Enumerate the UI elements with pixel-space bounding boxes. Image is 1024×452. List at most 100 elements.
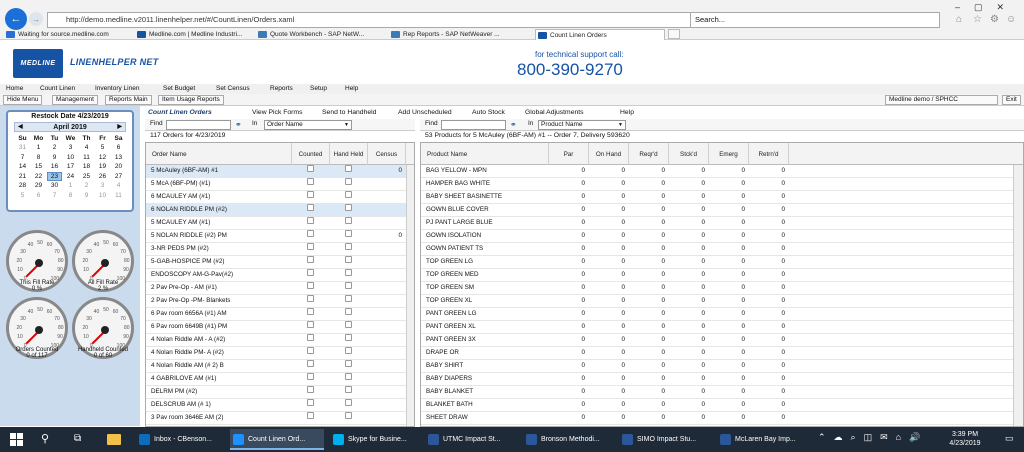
product-qty[interactable]: 0 — [629, 256, 665, 268]
table-row[interactable]: GOWN PATIENT TS 0 0 0 0 0 0 — [421, 243, 1023, 256]
product-qty[interactable]: 0 — [589, 191, 625, 203]
counted-checkbox[interactable] — [307, 269, 314, 276]
counted-checkbox[interactable] — [307, 243, 314, 250]
product-qty[interactable]: 0 — [549, 360, 585, 372]
favorite-link[interactable]: Rep Reports - SAP NetWeaver ... — [389, 29, 519, 40]
hide-menu-button[interactable]: Hide Menu — [3, 95, 43, 105]
calendar-day[interactable]: 3 — [96, 182, 109, 189]
calendar-day[interactable]: 24 — [64, 173, 77, 180]
calendar-day[interactable]: 26 — [96, 173, 109, 180]
table-row[interactable]: 2 Pav Pre-Op - AM (#1) — [146, 282, 414, 295]
calendar-day[interactable]: 17 — [64, 163, 77, 170]
product-qty[interactable]: 0 — [749, 308, 785, 320]
table-row[interactable]: 6 Pav room 6649B (#1) PM — [146, 321, 414, 334]
calendar-day[interactable]: 8 — [64, 192, 77, 199]
table-row[interactable]: PANT GREEN LG 0 0 0 0 0 0 — [421, 308, 1023, 321]
table-row[interactable]: 2 Pav Pre-Op -PM- Blankets — [146, 295, 414, 308]
product-qty[interactable]: 0 — [589, 243, 625, 255]
table-row[interactable]: TOP GREEN LG 0 0 0 0 0 0 — [421, 256, 1023, 269]
file-explorer-icon[interactable] — [107, 434, 121, 445]
calendar-day[interactable]: 19 — [96, 163, 109, 170]
counted-checkbox[interactable] — [307, 412, 314, 419]
menu-help[interactable]: Help — [345, 84, 358, 94]
counted-checkbox[interactable] — [307, 256, 314, 263]
global-adjustments-link[interactable]: Global Adjustments — [525, 108, 584, 118]
menu-inventory-linen[interactable]: Inventory Linen — [95, 84, 139, 94]
menu-setup[interactable]: Setup — [310, 84, 327, 94]
product-qty[interactable]: 0 — [749, 334, 785, 346]
calendar-day[interactable]: 25 — [80, 173, 93, 180]
product-qty[interactable]: 0 — [669, 360, 705, 372]
product-qty[interactable]: 0 — [709, 269, 745, 281]
favorite-link[interactable]: Medline.com | Medline Industri... — [135, 29, 255, 40]
product-qty[interactable]: 0 — [709, 334, 745, 346]
favorite-link[interactable]: Waiting for source.medline.com — [4, 29, 126, 40]
product-qty[interactable]: 0 — [669, 334, 705, 346]
favorites-icon[interactable]: ☆ — [973, 14, 982, 25]
table-row[interactable]: BABY BLANKET 0 0 0 0 0 0 — [421, 386, 1023, 399]
product-qty[interactable]: 0 — [709, 412, 745, 424]
product-qty[interactable]: 0 — [549, 321, 585, 333]
product-qty[interactable]: 0 — [669, 373, 705, 385]
product-qty[interactable]: 0 — [709, 165, 745, 177]
col-par[interactable]: Par — [549, 143, 589, 165]
product-qty[interactable]: 0 — [709, 360, 745, 372]
table-row[interactable]: 4 GABRILOVE AM (#1) — [146, 373, 414, 386]
calendar-day[interactable]: 10 — [96, 192, 109, 199]
product-qty[interactable]: 0 — [589, 386, 625, 398]
product-qty[interactable]: 0 — [709, 191, 745, 203]
product-qty[interactable]: 0 — [549, 347, 585, 359]
product-qty[interactable]: 0 — [589, 217, 625, 229]
handheld-checkbox[interactable] — [345, 321, 352, 328]
col-emerg[interactable]: Emerg — [709, 143, 749, 165]
product-qty[interactable]: 0 — [589, 321, 625, 333]
table-row[interactable]: BABY SHEET BASINETTE 0 0 0 0 0 0 — [421, 191, 1023, 204]
product-qty[interactable]: 0 — [549, 334, 585, 346]
table-row[interactable]: ENDOSCOPY AM-G-Pav(#2) — [146, 269, 414, 282]
calendar-day[interactable]: 11 — [80, 154, 93, 161]
product-qty[interactable]: 0 — [629, 334, 665, 346]
product-qty[interactable]: 0 — [549, 412, 585, 424]
handheld-checkbox[interactable] — [345, 269, 352, 276]
handheld-checkbox[interactable] — [345, 308, 352, 315]
product-qty[interactable]: 0 — [669, 321, 705, 333]
orders-scrollbar[interactable] — [406, 165, 414, 426]
col-product-name[interactable]: Product Name — [421, 143, 549, 165]
product-qty[interactable]: 0 — [549, 243, 585, 255]
product-qty[interactable]: 0 — [629, 243, 665, 255]
product-qty[interactable]: 0 — [749, 360, 785, 372]
product-qty[interactable]: 0 — [669, 308, 705, 320]
prev-month-icon[interactable]: ◀ — [18, 123, 23, 132]
product-qty[interactable]: 0 — [549, 217, 585, 229]
calendar-day[interactable]: 8 — [32, 154, 45, 161]
col-on-hand[interactable]: On Hand — [589, 143, 629, 165]
product-qty[interactable]: 0 — [629, 360, 665, 372]
table-row[interactable]: BABY SHIRT 0 0 0 0 0 0 — [421, 360, 1023, 373]
taskbar-app[interactable]: Skype for Busine... — [330, 429, 424, 450]
table-row[interactable]: DRAPE OR 0 0 0 0 0 0 — [421, 347, 1023, 360]
menu-home[interactable]: Home — [6, 84, 23, 94]
product-qty[interactable]: 0 — [589, 347, 625, 359]
products-in-select[interactable]: Product Name ▼ — [538, 120, 626, 130]
counted-checkbox[interactable] — [307, 217, 314, 224]
product-qty[interactable]: 0 — [669, 178, 705, 190]
item-usage-reports-button[interactable]: Item Usage Reports — [158, 95, 224, 105]
handheld-checkbox[interactable] — [345, 334, 352, 341]
product-qty[interactable]: 0 — [709, 386, 745, 398]
table-row[interactable]: TOP GREEN MED 0 0 0 0 0 0 — [421, 269, 1023, 282]
binoculars-icon[interactable]: ⚭ — [235, 120, 242, 129]
product-qty[interactable]: 0 — [749, 295, 785, 307]
table-row[interactable]: 4 Nolan Riddle PM- A (#2) — [146, 347, 414, 360]
counted-checkbox[interactable] — [307, 347, 314, 354]
product-qty[interactable]: 0 — [749, 178, 785, 190]
product-qty[interactable]: 0 — [669, 230, 705, 242]
table-row[interactable]: GOWN ISOLATION 0 0 0 0 0 0 — [421, 230, 1023, 243]
handheld-checkbox[interactable] — [345, 399, 352, 406]
calendar-day[interactable]: 5 — [16, 192, 29, 199]
product-qty[interactable]: 0 — [589, 165, 625, 177]
product-qty[interactable]: 0 — [669, 204, 705, 216]
task-view-icon[interactable]: ⧉ — [74, 433, 81, 444]
product-qty[interactable]: 0 — [589, 308, 625, 320]
product-qty[interactable]: 0 — [749, 282, 785, 294]
product-qty[interactable]: 0 — [629, 165, 665, 177]
